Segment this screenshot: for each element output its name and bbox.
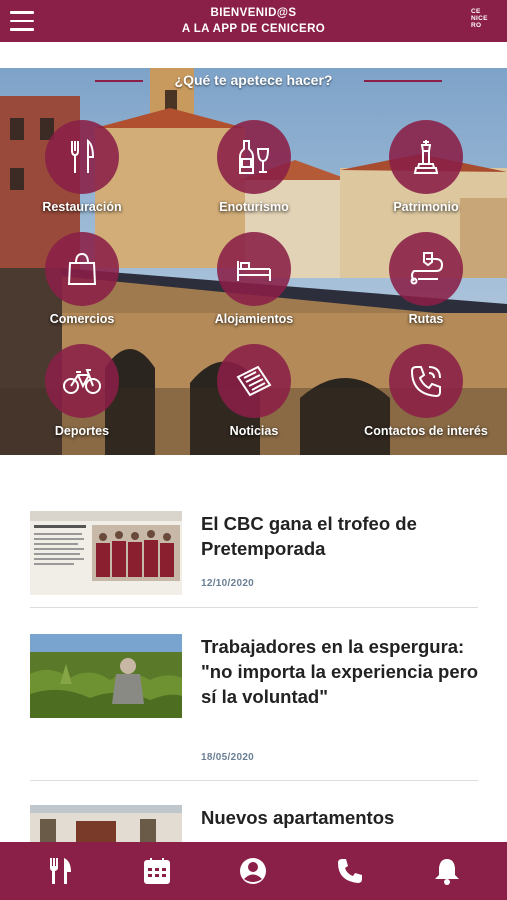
nav-calendar-button[interactable] (132, 846, 182, 896)
welcome-title: BIENVENID@S A LA APP DE CENICERO (0, 5, 507, 37)
category-alojamientos[interactable]: Alojamientos (174, 232, 334, 326)
category-label: Patrimonio (393, 200, 459, 214)
news-title: El CBC gana el trofeo de Pretemporada (201, 513, 417, 559)
news-divider (30, 607, 478, 608)
category-circle (389, 344, 463, 418)
category-label: Noticias (229, 424, 279, 438)
category-label: Enoturismo (219, 200, 289, 214)
news-title: Trabajadores en la espergura: "no import… (201, 636, 479, 707)
category-circle (217, 120, 291, 194)
category-contactos[interactable]: Contactos de interés (346, 344, 506, 438)
top-app-bar: BIENVENID@S A LA APP DE CENICERO CE NICE… (0, 0, 507, 42)
user-icon (240, 858, 267, 884)
shopping-bag-icon (67, 252, 97, 285)
phone-icon (410, 366, 441, 398)
nav-notifications-button[interactable] (422, 846, 472, 896)
nav-restaurants-button[interactable] (35, 846, 85, 896)
cutlery-icon (71, 138, 95, 173)
route-icon (410, 252, 444, 285)
bed-icon (237, 261, 271, 281)
category-label: Alojamientos (214, 312, 294, 326)
category-circle (45, 232, 119, 306)
category-label: Comercios (49, 312, 115, 326)
category-circle (217, 344, 291, 418)
category-circle (389, 232, 463, 306)
news-title: Nuevos apartamentos (201, 807, 395, 828)
bottom-navigation (0, 842, 507, 900)
category-noticias[interactable]: Noticias (174, 344, 334, 438)
news-item[interactable]: Nuevos apartamentos (30, 805, 478, 845)
cenicero-logo: CE NICE RO (471, 8, 488, 29)
category-label: Contactos de interés (364, 424, 488, 438)
cutlery-icon (50, 858, 72, 884)
monument-icon (413, 140, 439, 174)
calendar-icon (143, 858, 170, 884)
news-date: 12/10/2020 (201, 578, 255, 589)
nav-phone-button[interactable] (325, 846, 375, 896)
news-item[interactable]: El CBC gana el trofeo de Pretemporada 12… (30, 511, 478, 597)
hero-heading: ¿Qué te apetece hacer? (174, 72, 333, 88)
bell-icon (434, 859, 459, 885)
category-enoturismo[interactable]: Enoturismo (174, 120, 334, 214)
news-item[interactable]: Trabajadores en la espergura: "no import… (30, 634, 478, 764)
category-label: Restauración (42, 200, 122, 214)
category-label: Rutas (408, 312, 444, 326)
category-rutas[interactable]: Rutas (346, 232, 506, 326)
category-label: Deportes (54, 424, 110, 438)
news-thumbnail (30, 634, 182, 718)
category-circle (217, 232, 291, 306)
category-circle (45, 120, 119, 194)
news-thumbnail (30, 511, 182, 595)
news-divider (30, 780, 478, 781)
newspaper-icon (236, 365, 272, 397)
category-comercios[interactable]: Comercios (2, 232, 162, 326)
phone-icon (338, 859, 363, 883)
news-thumbnail (30, 805, 182, 845)
category-circle (389, 120, 463, 194)
nav-profile-button[interactable] (228, 846, 278, 896)
news-date: 18/05/2020 (201, 752, 255, 763)
category-restauracion[interactable]: Restauración (2, 120, 162, 214)
category-patrimonio[interactable]: Patrimonio (346, 120, 506, 214)
category-circle (45, 344, 119, 418)
welcome-line-2: A LA APP DE CENICERO (181, 23, 326, 35)
welcome-line-1: BIENVENID@S (210, 7, 297, 19)
wine-bottle-glass-icon (239, 140, 270, 174)
category-deportes[interactable]: Deportes (2, 344, 162, 438)
bicycle-icon (63, 369, 101, 394)
hero-section: ¿Qué te apetece hacer? Restauración Enot… (0, 68, 507, 455)
